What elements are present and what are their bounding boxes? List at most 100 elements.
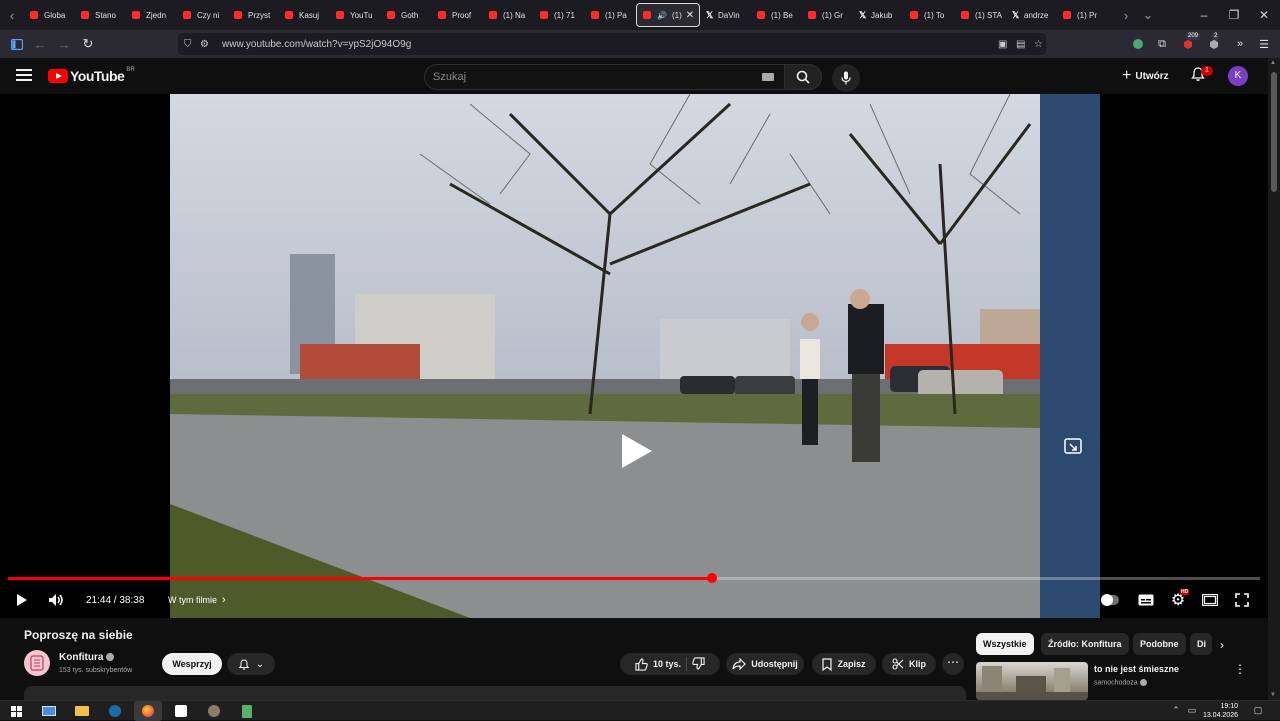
scroll-down-icon[interactable]: ▼ — [1270, 692, 1276, 698]
bookmark-star-icon[interactable]: ☆ — [1034, 39, 1050, 50]
chip-all[interactable]: Wszystkie — [976, 633, 1034, 655]
restore-icon[interactable]: ❐ — [1218, 0, 1250, 30]
video-frame[interactable] — [170, 94, 1100, 618]
calculator-icon[interactable] — [233, 701, 261, 721]
close-window-icon[interactable]: ✕ — [1248, 0, 1280, 30]
miniplayer-icon[interactable] — [1200, 588, 1220, 612]
file-explorer-icon[interactable] — [68, 701, 96, 721]
firefox-icon[interactable] — [134, 701, 162, 721]
tabs-scroll-left-icon[interactable]: ‹ — [0, 0, 24, 30]
browser-tab[interactable]: (1) Gr — [802, 3, 853, 27]
more-actions-icon[interactable]: ⋯ — [942, 653, 964, 675]
permissions-icon[interactable]: ⚙ — [200, 39, 216, 50]
video-player[interactable]: 21:44 / 38:38 W tym filmie › ⚙ HD — [0, 94, 1268, 618]
steam-icon[interactable] — [101, 701, 129, 721]
account-avatar[interactable]: K — [1228, 66, 1248, 86]
browser-tab[interactable]: Czy ni — [177, 3, 228, 27]
browser-tab[interactable]: 𝕏 DaVin — [700, 3, 751, 27]
browser-tab[interactable]: 🔊 (1) ✕ — [636, 3, 700, 27]
url-text[interactable]: www.youtube.com/watch?v=ypS2jO94O9g — [222, 39, 411, 50]
browser-tab[interactable]: (1) Pr — [1057, 3, 1108, 27]
tabs-scroll-right-icon[interactable]: › — [1114, 0, 1138, 30]
gimp-icon[interactable] — [200, 701, 228, 721]
forward-icon[interactable]: → — [53, 33, 75, 55]
windows-start-icon[interactable] — [2, 701, 30, 721]
recommendation-title[interactable]: to nie jest śmieszne — [1094, 664, 1179, 674]
notion-icon[interactable] — [167, 701, 195, 721]
browser-tab[interactable]: YouTu — [330, 3, 381, 27]
browser-tab[interactable]: Stano — [75, 3, 126, 27]
share-button[interactable]: Udostępnij — [726, 653, 804, 675]
browser-tab[interactable]: (1) Be — [751, 3, 802, 27]
notification-center-icon[interactable]: ▢ — [1252, 704, 1264, 716]
recommendation-channel-name[interactable]: samochodoza — [1094, 679, 1138, 686]
chip-related[interactable]: Podobne — [1133, 633, 1186, 655]
recommendation-channel[interactable]: samochodoza — [1094, 679, 1147, 686]
like-button[interactable]: 10 tys. — [635, 657, 681, 671]
scrollbar-thumb[interactable] — [1271, 72, 1277, 192]
clip-button[interactable]: Klip — [882, 653, 936, 675]
browser-tab[interactable]: 𝕏 Jakub — [853, 3, 904, 27]
minimize-icon[interactable]: – — [1188, 0, 1220, 30]
back-icon[interactable]: ← — [29, 33, 51, 55]
subscription-bell-button[interactable]: ⌄ — [227, 653, 275, 675]
speaker-icon[interactable]: 🔊 — [657, 11, 667, 20]
guide-menu-icon[interactable] — [14, 66, 34, 86]
browser-tab[interactable]: Globa — [24, 3, 75, 27]
voice-search-button[interactable] — [832, 64, 860, 92]
kebab-menu-icon[interactable]: ⋮ — [1234, 662, 1246, 676]
page-scrollbar[interactable]: ▲ ▼ — [1268, 58, 1280, 700]
chapters-button[interactable]: W tym filmie › — [168, 588, 226, 612]
browser-tab[interactable]: (1) Na — [483, 3, 534, 27]
display-icon[interactable]: ▭ — [1186, 704, 1198, 716]
browser-tab[interactable]: Goth — [381, 3, 432, 27]
fullscreen-icon[interactable] — [1232, 588, 1252, 612]
extensions-puzzle-icon[interactable]: ⧉ — [1152, 34, 1172, 54]
chip-from-channel[interactable]: Źródło: Konfitura — [1041, 633, 1129, 655]
browser-tab[interactable]: (1) To — [904, 3, 955, 27]
browser-tab[interactable]: Przyst — [228, 3, 279, 27]
recommendation-thumbnail[interactable] — [976, 662, 1088, 700]
ublock-extension-icon[interactable]: ⬢ 209 — [1178, 32, 1201, 54]
scroll-up-icon[interactable]: ▲ — [1270, 60, 1276, 66]
large-play-icon[interactable] — [620, 432, 654, 470]
autoplay-toggle[interactable] — [1100, 588, 1120, 612]
reload-icon[interactable]: ↻ — [77, 33, 99, 55]
tab-close-icon[interactable]: ✕ — [686, 10, 694, 21]
create-button[interactable]: + Utwórz — [1114, 65, 1177, 87]
settings-gear-icon[interactable]: ⚙ HD — [1168, 588, 1190, 612]
browser-tab[interactable]: Proof — [432, 3, 483, 27]
youtube-logo[interactable]: YouTube BR — [48, 67, 135, 84]
expand-miniplayer-icon[interactable] — [1064, 438, 1082, 454]
volume-icon[interactable] — [46, 588, 66, 612]
list-all-tabs-icon[interactable]: ⌄ — [1136, 0, 1160, 30]
channel-name-text[interactable]: Konfitura — [59, 652, 103, 663]
browser-tab[interactable]: 𝕏andrze — [1006, 3, 1057, 27]
address-bar[interactable]: ⛉ ⚙ www.youtube.com/watch?v=ypS2jO94O9g … — [178, 33, 1046, 55]
channel-name[interactable]: Konfitura — [59, 652, 115, 663]
extension-icon[interactable]: ⬢ 2 — [1204, 32, 1224, 54]
subtitles-icon[interactable] — [1136, 588, 1156, 612]
chip-more[interactable]: Di — [1190, 633, 1212, 655]
search-button[interactable] — [784, 64, 822, 90]
channel-avatar[interactable] — [24, 650, 50, 676]
browser-tab[interactable]: (1) STA — [955, 3, 1006, 27]
picture-in-picture-icon[interactable]: ▣ — [998, 39, 1014, 50]
browser-tab[interactable]: (1) Pa — [585, 3, 636, 27]
save-button[interactable]: Zapisz — [812, 653, 876, 675]
support-button[interactable]: Wesprzyj — [162, 653, 222, 675]
dislike-button[interactable] — [692, 656, 705, 672]
reader-view-icon[interactable]: ▤ — [1016, 39, 1032, 50]
app-menu-icon[interactable]: ☰ — [1254, 34, 1274, 54]
monitor-app-icon[interactable] — [35, 701, 63, 721]
shield-icon[interactable]: ⛉ — [184, 39, 200, 50]
sidebar-toggle-icon[interactable] — [6, 33, 28, 55]
browser-tab[interactable]: Kasuj — [279, 3, 330, 27]
system-clock[interactable]: 19:10 13.04.2026 — [1200, 702, 1238, 720]
progress-bar[interactable] — [8, 573, 1260, 583]
tray-overflow-icon[interactable]: ⌃ — [1170, 704, 1182, 716]
chevron-right-icon[interactable]: › — [1220, 638, 1224, 652]
more-tools-icon[interactable]: » — [1230, 34, 1250, 54]
browser-tab[interactable]: Zjedn — [126, 3, 177, 27]
search-input[interactable] — [425, 71, 745, 83]
